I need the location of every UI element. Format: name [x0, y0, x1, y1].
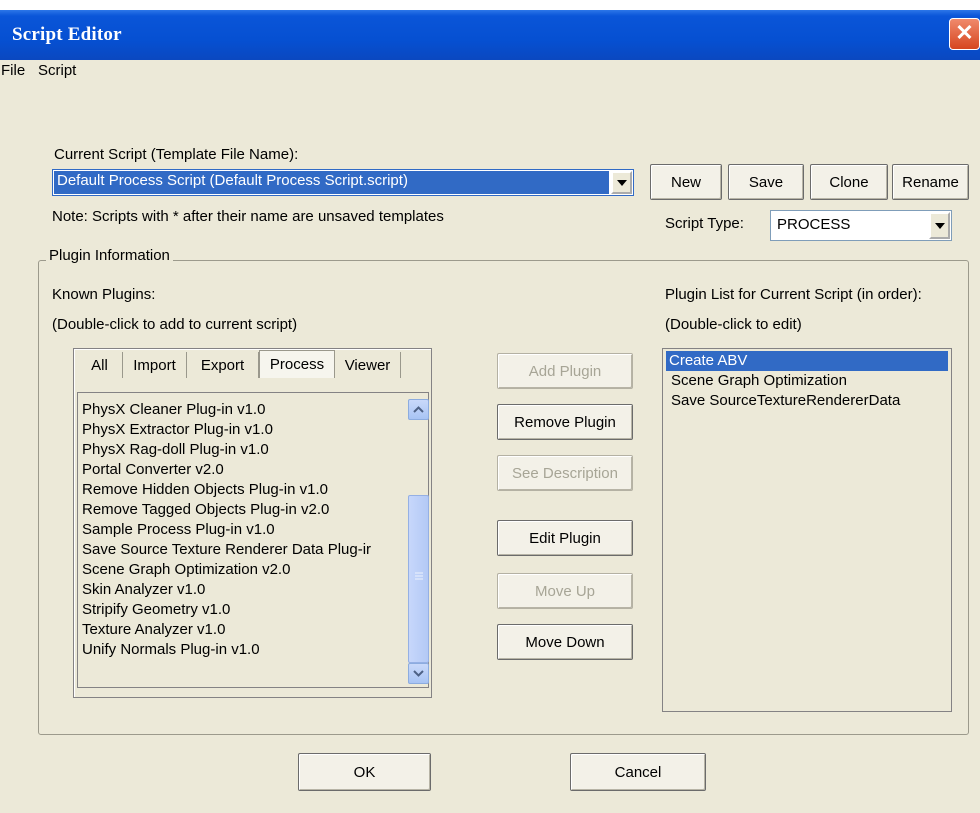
list-item[interactable]: Remove Hidden Objects Plug-in v1.0	[82, 480, 328, 499]
title-bar	[0, 10, 980, 60]
menu-file[interactable]: File	[1, 62, 25, 79]
rename-button[interactable]: Rename	[892, 164, 969, 200]
current-script-combo[interactable]: Default Process Script (Default Process …	[52, 169, 634, 196]
move-down-button[interactable]: Move Down	[497, 624, 633, 660]
known-plugins-label: Known Plugins:	[52, 286, 156, 303]
script-type-value: PROCESS	[777, 216, 851, 233]
known-plugins-list[interactable]: PhysX Cleaner Plug-in v1.0 PhysX Extract…	[77, 392, 429, 688]
scroll-thumb[interactable]	[408, 495, 429, 663]
current-plugins-hint: (Double-click to edit)	[665, 316, 802, 333]
tab-export[interactable]: Export	[187, 352, 259, 378]
list-item[interactable]: PhysX Extractor Plug-in v1.0	[82, 420, 273, 439]
close-button[interactable]: ✕	[949, 18, 980, 50]
known-plugins-hint: (Double-click to add to current script)	[52, 316, 298, 333]
window-title: Script Editor	[12, 24, 122, 45]
list-item[interactable]: Scene Graph Optimization v2.0	[82, 560, 290, 579]
list-item[interactable]: Texture Analyzer v1.0	[82, 620, 225, 639]
current-script-value: Default Process Script (Default Process …	[57, 172, 408, 189]
script-type-dropdown-button[interactable]	[929, 212, 950, 239]
menu-bar: File Script	[0, 60, 980, 86]
add-plugin-button[interactable]: Add Plugin	[497, 353, 633, 389]
script-type-label: Script Type:	[665, 215, 744, 232]
list-item[interactable]: Remove Tagged Objects Plug-in v2.0	[82, 500, 329, 519]
chevron-down-icon	[616, 179, 627, 186]
script-type-select[interactable]: PROCESS	[770, 210, 952, 241]
save-button[interactable]: Save	[728, 164, 804, 200]
tab-all[interactable]: All	[77, 352, 123, 378]
list-item[interactable]: Unify Normals Plug-in v1.0	[82, 640, 260, 659]
new-button[interactable]: New	[650, 164, 722, 200]
chevron-down-icon	[413, 670, 424, 677]
cancel-button[interactable]: Cancel	[570, 753, 706, 791]
unsaved-note: Note: Scripts with * after their name ar…	[52, 208, 444, 225]
see-description-button[interactable]: See Description	[497, 455, 633, 491]
list-item[interactable]: Save Source Texture Renderer Data Plug-i…	[82, 540, 371, 559]
list-item[interactable]: Save SourceTextureRendererData	[668, 391, 903, 411]
move-up-button[interactable]: Move Up	[497, 573, 633, 609]
edit-plugin-button[interactable]: Edit Plugin	[497, 520, 633, 556]
remove-plugin-button[interactable]: Remove Plugin	[497, 404, 633, 440]
menu-script[interactable]: Script	[38, 62, 76, 79]
ok-button[interactable]: OK	[298, 753, 431, 791]
current-script-label: Current Script (Template File Name):	[54, 146, 299, 163]
plugin-list-scrollbar[interactable]	[408, 399, 430, 686]
current-script-dropdown-button[interactable]	[611, 171, 632, 194]
chevron-down-icon	[934, 222, 945, 229]
list-item[interactable]: Sample Process Plug-in v1.0	[82, 520, 275, 539]
list-item[interactable]: PhysX Cleaner Plug-in v1.0	[82, 400, 265, 419]
list-item[interactable]: Stripify Geometry v1.0	[82, 600, 230, 619]
list-item[interactable]: Portal Converter v2.0	[82, 460, 224, 479]
tab-process[interactable]: Process	[259, 350, 335, 378]
list-item-selected[interactable]: Create ABV	[666, 351, 948, 371]
tab-viewer[interactable]: Viewer	[335, 352, 401, 378]
tab-import[interactable]: Import	[123, 352, 187, 378]
scroll-up-button[interactable]	[408, 399, 429, 420]
group-title: Plugin Information	[46, 247, 173, 264]
chevron-up-icon	[413, 406, 424, 413]
current-plugins-list[interactable]: Create ABV Scene Graph Optimization Save…	[662, 348, 952, 712]
clone-button[interactable]: Clone	[810, 164, 888, 200]
list-item[interactable]: PhysX Rag-doll Plug-in v1.0	[82, 440, 269, 459]
current-plugins-label: Plugin List for Current Script (in order…	[665, 286, 922, 303]
list-item[interactable]: Skin Analyzer v1.0	[82, 580, 205, 599]
grip-icon	[415, 572, 423, 580]
scroll-down-button[interactable]	[408, 663, 429, 684]
list-item[interactable]: Scene Graph Optimization	[668, 371, 850, 391]
